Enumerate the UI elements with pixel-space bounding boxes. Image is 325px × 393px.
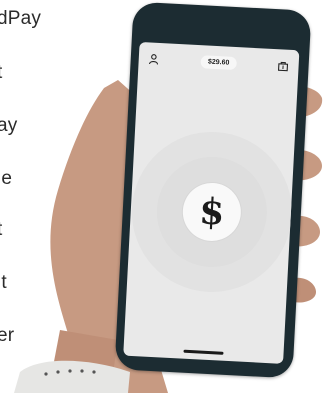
photo-scene: dPay t ay le t it er [0, 0, 325, 393]
home-indicator[interactable] [183, 349, 224, 355]
person-icon[interactable] [146, 51, 161, 66]
balance-display[interactable]: $29.60 [200, 54, 237, 70]
shop-icon[interactable] [276, 58, 291, 73]
dollar-sign-icon: $ [198, 190, 226, 234]
smartphone: $29.60 $ [114, 1, 312, 379]
app-top-bar: $29.60 [138, 42, 299, 82]
phone-screen: $29.60 $ [123, 41, 300, 364]
